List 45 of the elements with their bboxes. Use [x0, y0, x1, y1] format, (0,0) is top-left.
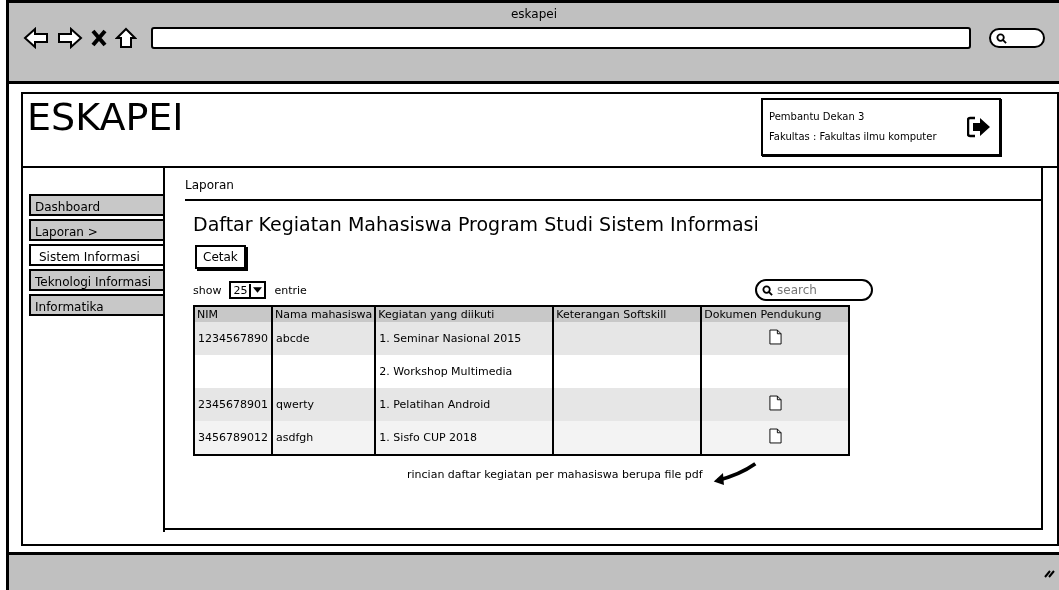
home-icon[interactable]: [115, 27, 137, 49]
forward-icon[interactable]: [57, 27, 83, 49]
search-icon: [996, 32, 1007, 44]
column-header: Keterangan Softskill: [553, 306, 702, 322]
sidebar-item[interactable]: Dashboard: [29, 194, 163, 216]
table-cell: abcde: [276, 332, 310, 345]
show-label: show: [193, 283, 222, 297]
search-icon: [762, 285, 773, 296]
app-logo: ESKAPEI: [27, 94, 184, 140]
window-title: eskapei: [510, 7, 558, 21]
table-cell: 1. Seminar Nasional 2015: [379, 332, 522, 345]
table-cell: asdfgh: [276, 431, 314, 444]
table-cell: 1. Sisfo CUP 2018: [379, 431, 478, 444]
breadcrumb: Laporan: [185, 178, 1041, 201]
column-header: Dokumen Pendukung: [701, 306, 850, 322]
table-cell: 2. Workshop Multimedia: [379, 365, 513, 378]
document-icon[interactable]: [768, 395, 782, 411]
faculty-label: Fakultas : Fakultas ilmu komputer: [769, 130, 937, 144]
document-icon[interactable]: [768, 428, 782, 444]
entries-dropdown[interactable]: 25: [229, 281, 267, 299]
column-header: Nama mahasiswa: [272, 306, 376, 322]
table-cell: 2345678901: [198, 398, 268, 411]
back-icon[interactable]: [23, 27, 49, 49]
sidebar-item[interactable]: Laporan >: [29, 219, 163, 241]
logout-icon[interactable]: [967, 116, 991, 138]
entries-label: entrie: [274, 283, 307, 297]
document-icon[interactable]: [768, 329, 782, 345]
column-header: Kegiatan yang diikuti: [375, 306, 554, 322]
caret-icon: [253, 287, 263, 293]
address-bar[interactable]: [151, 27, 971, 49]
table-cell: 1. Pelatihan Android: [379, 398, 491, 411]
browser-search-field[interactable]: [989, 28, 1045, 48]
page-title: Daftar Kegiatan Mahasiswa Program Studi Sistem Informasi: [193, 213, 760, 235]
search-field[interactable]: search: [755, 279, 873, 301]
column-header: NIM: [194, 306, 272, 322]
sidebar-item[interactable]: Sistem Informasi: [29, 244, 163, 266]
table-cell: 1234567890: [198, 332, 268, 345]
close-icon[interactable]: [91, 29, 107, 47]
note-text: rincian daftar kegiatan per mahasiswa berupa file pdf: [407, 467, 703, 481]
sidebar-item[interactable]: Teknologi Informasi: [29, 269, 163, 291]
table-cell: 3456789012: [198, 431, 268, 444]
sidebar-item[interactable]: Informatika: [29, 294, 163, 316]
print-button[interactable]: Cetak: [195, 245, 246, 269]
table-cell: qwerty: [276, 398, 315, 411]
user-role: Pembantu Dekan 3: [769, 110, 866, 124]
